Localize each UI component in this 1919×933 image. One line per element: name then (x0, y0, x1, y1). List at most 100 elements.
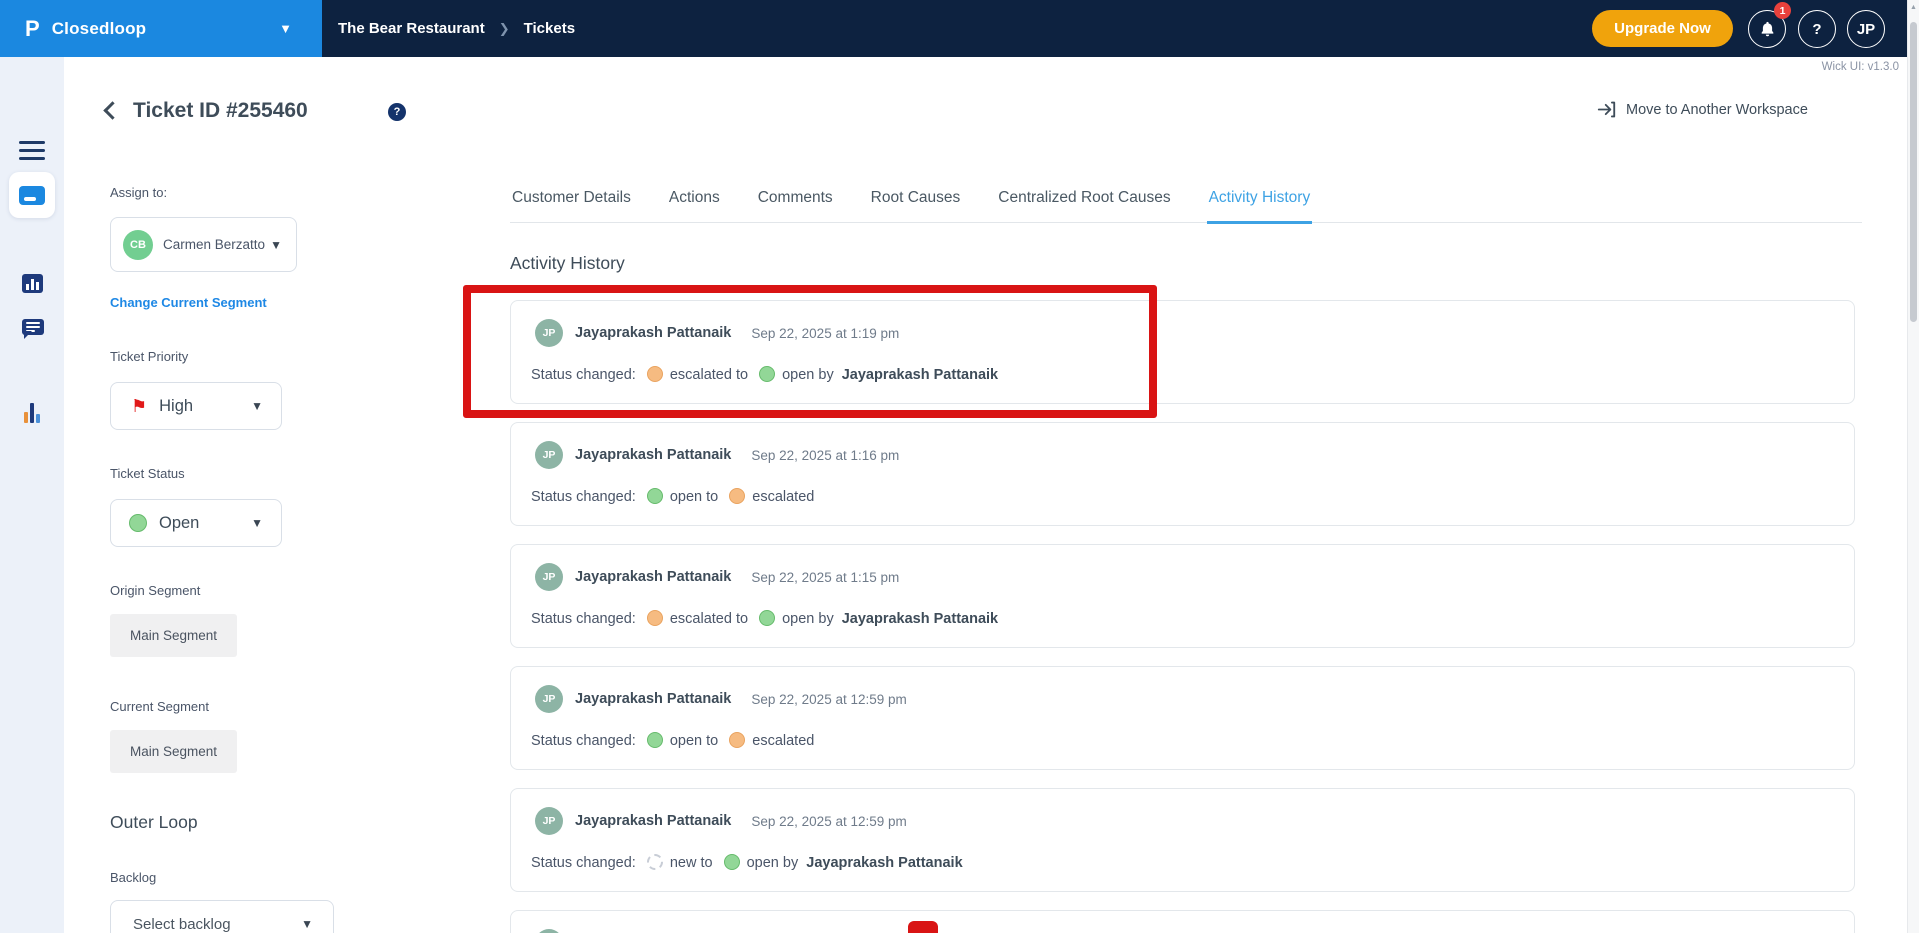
chevron-down-icon: ▼ (251, 399, 263, 413)
status-dropdown[interactable]: Open ▼ (110, 499, 282, 547)
closedloop-logo-icon: P (25, 15, 40, 41)
status-dot-escalated (729, 732, 746, 748)
chevron-down-icon[interactable]: ▼ (279, 21, 292, 36)
ticket-status-label: Ticket Status (110, 466, 185, 481)
tab-customer-details[interactable]: Customer Details (510, 189, 633, 222)
origin-segment-label: Origin Segment (110, 583, 201, 598)
upgrade-now-button[interactable]: Upgrade Now (1592, 10, 1733, 47)
user-avatar: JP (535, 563, 563, 591)
activity-card: JP Jayaprakash Pattanaik Sep 22, 2025 at… (510, 788, 1855, 892)
help-button[interactable]: ? (1798, 10, 1836, 48)
tab-activity-history[interactable]: Activity History (1206, 189, 1313, 224)
scroll-up-arrow-icon[interactable]: ▲ (1910, 4, 1917, 11)
bell-icon (1761, 21, 1773, 37)
activity-user: Jayaprakash Pattanaik (575, 447, 732, 463)
left-nav-rail (0, 57, 64, 933)
chevron-down-icon: ▼ (251, 516, 263, 530)
activity-timestamp: Sep 22, 2025 at 12:59 pm (751, 813, 907, 829)
hamburger-menu-icon[interactable] (19, 141, 45, 165)
move-to-workspace-button[interactable]: Move to Another Workspace (1597, 101, 1808, 118)
user-avatar: JP (535, 929, 563, 933)
avatar-initials: JP (1856, 20, 1876, 38)
ticket-tabs: Customer Details Actions Comments Root C… (510, 189, 1862, 224)
sidebar-item-tickets[interactable] (9, 172, 55, 218)
status-dot-escalated (646, 366, 663, 382)
open-status-dot (129, 514, 147, 532)
status-dot-escalated (646, 610, 663, 626)
status-change-line: Status changed: new to open by Jayapraka… (531, 854, 963, 871)
user-avatar[interactable]: JP (1847, 10, 1885, 48)
actor-name: Jayaprakash Pattanaik (841, 367, 999, 383)
chevron-down-icon: ▼ (301, 917, 313, 931)
chevron-down-icon: ▼ (270, 237, 282, 252)
status-dot-open (723, 854, 740, 870)
sidebar-item-comments[interactable] (22, 319, 44, 339)
backlog-placeholder: Select backlog (133, 915, 231, 933)
tab-actions[interactable]: Actions (667, 189, 722, 222)
scrollbar-thumb[interactable] (1910, 22, 1917, 322)
app-window: P Closedloop ▼ The Bear Restaurant ❯ Tic… (0, 0, 1919, 933)
ui-version-label: Wick UI: v1.3.0 (1821, 61, 1899, 73)
sidebar-item-analytics[interactable] (22, 274, 43, 293)
priority-dropdown[interactable]: ⚑ High ▼ (110, 382, 282, 430)
activity-card: JP Jayaprakash Pattanaik Sep 22, 2025 at… (510, 544, 1855, 648)
notification-count-badge: 1 (1774, 2, 1791, 19)
user-avatar: JP (535, 685, 563, 713)
status-change-line: Status changed: escalated to open by Jay… (531, 366, 999, 383)
activity-card: JP Jayaprakash Pattanaik Sep 22, 2025 at… (510, 300, 1855, 404)
breadcrumb-section[interactable]: Tickets (524, 20, 575, 37)
workspace-switcher[interactable]: P Closedloop ▼ (0, 0, 322, 57)
vertical-scrollbar[interactable]: ▲ (1907, 0, 1919, 933)
back-button[interactable] (103, 101, 122, 120)
title-help-button[interactable]: ? (388, 103, 406, 121)
status-dot-escalated (729, 488, 746, 504)
current-segment-chip: Main Segment (110, 730, 237, 773)
status-dot-open (759, 610, 776, 626)
activity-timestamp: Sep 22, 2025 at 1:15 pm (751, 569, 900, 585)
chevron-right-icon: ❯ (498, 20, 510, 36)
activity-card-header: JP Jayaprakash Pattanaik Sep 22, 2025 at… (535, 319, 899, 347)
breadcrumb: The Bear Restaurant ❯ Tickets (338, 0, 575, 57)
app-name: Closedloop (51, 18, 147, 38)
activity-user: Jayaprakash Pattanaik (575, 691, 732, 707)
assignee-avatar: CB (123, 229, 153, 260)
question-mark-icon: ? (393, 106, 401, 118)
backlog-label: Backlog (110, 870, 157, 885)
backlog-dropdown[interactable]: Select backlog ▼ (110, 900, 334, 933)
user-avatar: JP (535, 319, 563, 347)
current-segment-label: Current Segment (110, 699, 209, 714)
outer-loop-heading: Outer Loop (110, 812, 198, 832)
activity-card: JP Jayaprakash Pattanaik Sep 22, 2025 at… (510, 666, 1855, 770)
user-avatar: JP (535, 441, 563, 469)
assignee-dropdown[interactable]: CB Carmen Berzatto ▼ (110, 217, 297, 272)
status-dot-open (646, 488, 663, 504)
activity-card-partial: JP (510, 910, 1855, 933)
priority-value: High (159, 396, 194, 415)
status-dot-open (759, 366, 776, 382)
move-to-workspace-label: Move to Another Workspace (1626, 101, 1808, 118)
ticket-card-icon (19, 185, 45, 205)
status-value: Open (159, 513, 200, 532)
bar-chart-icon (26, 284, 29, 290)
status-change-line: Status changed: open to escalated (531, 732, 815, 749)
assign-to-label: Assign to: (110, 185, 168, 200)
assignee-name: Carmen Berzatto (163, 237, 266, 252)
origin-segment-chip: Main Segment (110, 614, 237, 657)
activity-timestamp: Sep 22, 2025 at 1:16 pm (751, 447, 900, 463)
sidebar-item-reports[interactable] (24, 403, 40, 423)
activity-timestamp: Sep 22, 2025 at 1:19 pm (751, 325, 900, 341)
activity-user: Jayaprakash Pattanaik (575, 325, 732, 341)
question-mark-icon: ? (1812, 20, 1822, 38)
tab-comments[interactable]: Comments (756, 189, 835, 222)
status-dot-new (646, 854, 663, 870)
change-segment-link[interactable]: Change Current Segment (110, 295, 267, 310)
tab-centralized-root-causes[interactable]: Centralized Root Causes (996, 189, 1172, 222)
actor-name: Jayaprakash Pattanaik (806, 855, 963, 871)
breadcrumb-workspace[interactable]: The Bear Restaurant (338, 20, 485, 37)
user-avatar: JP (535, 807, 563, 835)
activity-timestamp: Sep 22, 2025 at 12:59 pm (751, 691, 907, 707)
top-header: P Closedloop ▼ The Bear Restaurant ❯ Tic… (0, 0, 1919, 57)
activity-user: Jayaprakash Pattanaik (575, 813, 732, 829)
priority-flag-icon: ⚑ (131, 396, 148, 416)
tab-root-causes[interactable]: Root Causes (869, 189, 963, 222)
